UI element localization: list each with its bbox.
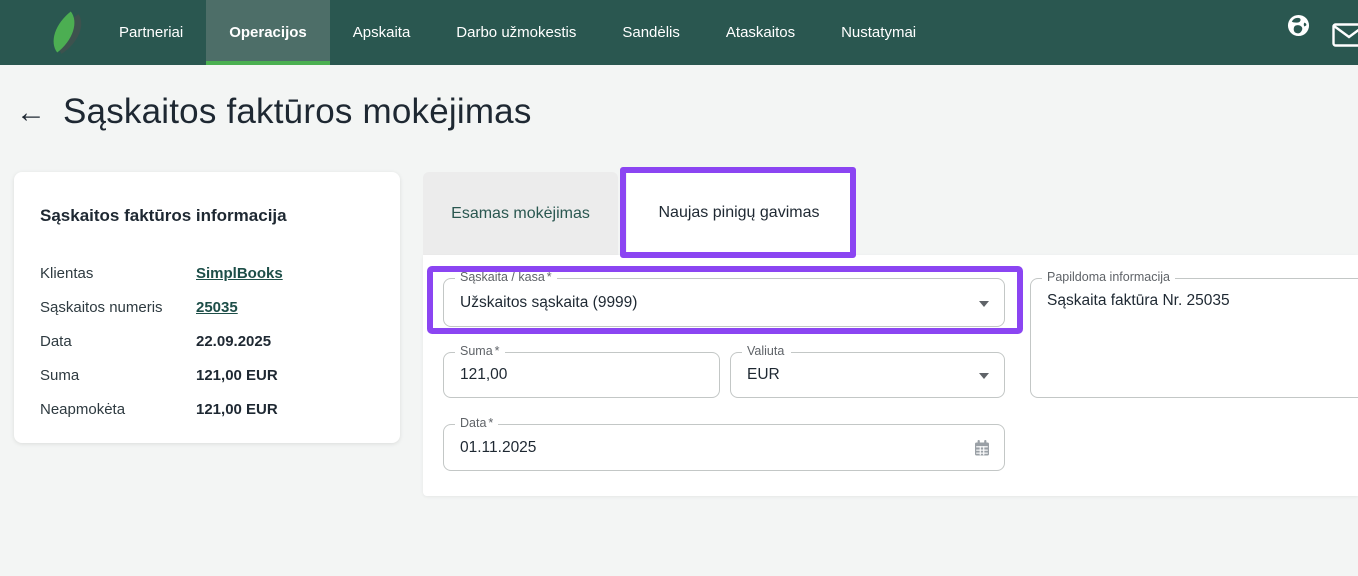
nav-item-nustatymai[interactable]: Nustatymai — [818, 0, 939, 65]
info-row-klientas: Klientas SimplBooks — [40, 264, 374, 283]
nav-item-apskaita[interactable]: Apskaita — [330, 0, 434, 65]
page-head: ← Sąskaitos faktūros mokėjimas — [16, 92, 532, 132]
currency-select-value: EUR — [731, 353, 1004, 397]
row-value: 22.09.2025 — [196, 332, 271, 351]
tab-esamas-mokejimas[interactable]: Esamas mokėjimas — [423, 172, 618, 255]
nav-item-operacijos[interactable]: Operacijos — [206, 0, 330, 65]
amount-field-wrap: Suma* — [443, 352, 720, 398]
info-row-neapmoketa: Neapmokėta 121,00 EUR — [40, 400, 374, 419]
simplbooks-logo-icon[interactable] — [50, 13, 84, 53]
row-value: 121,00 EUR — [196, 400, 278, 419]
invoice-info-title: Sąskaitos faktūros informacija — [40, 206, 374, 226]
currency-select[interactable]: Valiuta EUR — [730, 352, 1005, 398]
page-title: Sąskaitos faktūros mokėjimas — [63, 92, 532, 132]
date-field-wrap: Data* — [443, 424, 1005, 471]
nav-item-darbo-uzmokestis[interactable]: Darbo užmokestis — [433, 0, 599, 65]
info-row-data: Data 22.09.2025 — [40, 332, 374, 351]
top-nav: Partneriai Operacijos Apskaita Darbo užm… — [0, 0, 1358, 65]
tab-naujas-pinigu-gavimas[interactable]: Naujas pinigų gavimas — [627, 173, 851, 253]
app-window: Partneriai Operacijos Apskaita Darbo užm… — [0, 0, 1358, 576]
account-select[interactable]: Sąskaita / kasa* Užskaitos sąskaita (999… — [443, 278, 1005, 327]
row-label: Data — [40, 332, 196, 351]
date-input[interactable] — [444, 425, 1004, 470]
invoice-info-card: Sąskaitos faktūros informacija Klientas … — [14, 172, 400, 443]
main-menu: Partneriai Operacijos Apskaita Darbo užm… — [96, 0, 939, 65]
row-label: Neapmokėta — [40, 400, 196, 419]
nav-item-ataskaitos[interactable]: Ataskaitos — [703, 0, 818, 65]
row-value: 121,00 EUR — [196, 366, 278, 385]
additional-info-field-wrap: Papildoma informacija Sąskaita faktūra N… — [1030, 278, 1358, 398]
amount-input[interactable] — [444, 353, 719, 397]
row-label: Suma — [40, 366, 196, 385]
row-label: Sąskaitos numeris — [40, 298, 196, 317]
client-link[interactable]: SimplBooks — [196, 264, 283, 283]
invoice-number-link[interactable]: 25035 — [196, 298, 238, 317]
mail-icon[interactable] — [1332, 23, 1358, 47]
calendar-icon[interactable] — [973, 439, 991, 462]
info-row-suma: Suma 121,00 EUR — [40, 366, 374, 385]
row-label: Klientas — [40, 264, 196, 283]
chevron-down-icon — [979, 301, 989, 307]
additional-info-textarea[interactable]: Sąskaita faktūra Nr. 25035 — [1031, 279, 1358, 397]
globe-icon[interactable] — [1287, 14, 1310, 37]
chevron-down-icon — [979, 373, 989, 379]
nav-item-sandelis[interactable]: Sandėlis — [599, 0, 703, 65]
nav-item-partneriai[interactable]: Partneriai — [96, 0, 206, 65]
back-arrow-icon[interactable]: ← — [16, 96, 46, 128]
info-row-saskaitos-numeris: Sąskaitos numeris 25035 — [40, 298, 374, 317]
account-select-value: Užskaitos sąskaita (9999) — [444, 279, 1004, 326]
